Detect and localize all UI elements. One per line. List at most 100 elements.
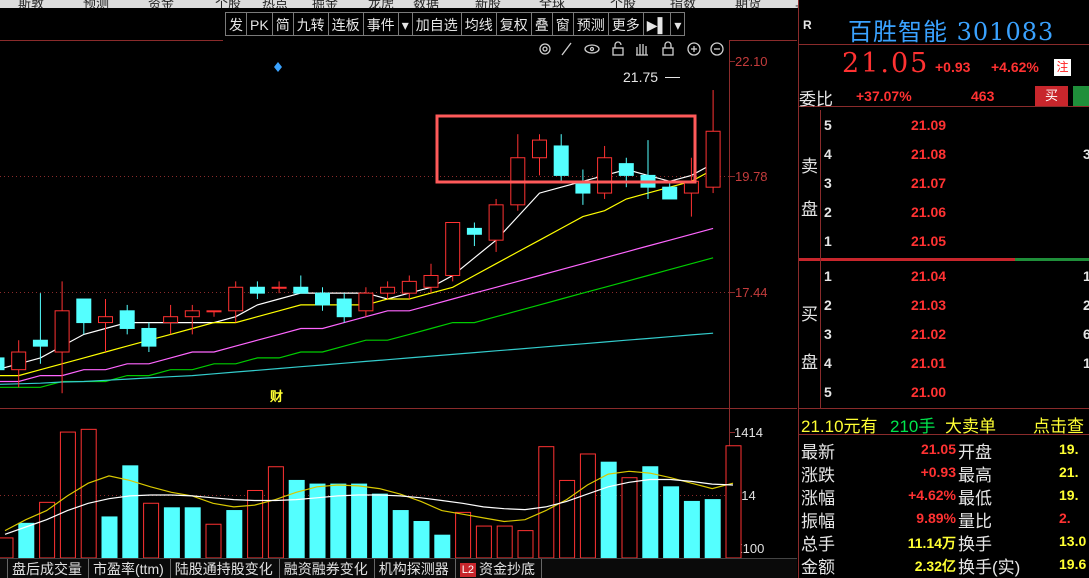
candle-body [380, 286, 396, 294]
zoom-out-icon[interactable] [710, 42, 724, 56]
volume-bars [0, 428, 742, 558]
toolbar-button[interactable]: 简 [271, 12, 293, 36]
candle-body [163, 316, 179, 324]
volume-bar [413, 521, 430, 558]
candle-body [336, 298, 352, 318]
volume-bar [371, 493, 388, 558]
candle-body [662, 186, 678, 200]
indicator-tab[interactable]: 市盈率(ttm) [89, 559, 171, 578]
candle [293, 275, 309, 294]
big-trade-line[interactable]: 21.10元有 210手 大卖单 点击查 [799, 410, 1089, 436]
toolbar-button[interactable]: 预测 [572, 12, 608, 36]
candle [380, 281, 396, 300]
indicator-tab-label: 盘后成交量 [12, 561, 82, 577]
gear-icon[interactable] [539, 43, 551, 55]
sell-button[interactable] [1073, 86, 1089, 106]
buy-button[interactable]: 买 [1035, 86, 1068, 106]
candle [466, 222, 482, 247]
chart-toolbar: 发 PK 简九转 连板 事件 ▾ 加自选 均线 复权叠窗预测 更多 ▶▌ ▾ [225, 12, 686, 36]
candle-body [423, 274, 439, 288]
toolbar-button[interactable]: ▾ [397, 12, 412, 36]
stat-value: +0.93 [920, 464, 956, 480]
toolbar-button[interactable]: ▶▌ [642, 12, 671, 36]
candle [575, 169, 591, 205]
zoom-in-icon[interactable] [687, 42, 701, 56]
candle [271, 281, 287, 294]
toolbar-button[interactable]: 连板 [327, 12, 363, 36]
divider [799, 408, 1089, 409]
pen-icon[interactable] [561, 42, 572, 56]
ma-line [0, 332, 714, 385]
candle [662, 181, 678, 200]
volume-bar [226, 510, 243, 558]
candle [358, 287, 374, 317]
indicator-tab[interactable]: 陆股通持股变化 [171, 559, 280, 578]
ask-level: 3 [824, 175, 832, 191]
kline-chart[interactable]: 22.10 19.78 17.44 1414 714 X100 21.75 财 [0, 0, 797, 558]
chart-tools [539, 41, 724, 56]
candle-body [54, 310, 70, 353]
stat-value-2: 13.0 [1059, 533, 1087, 549]
indicator-tab-bar: 盘后成交量 市盈率(ttm) 陆股通持股变化 融资融券变化 机构探测器 L2 资金抄底 [0, 558, 797, 578]
toolbar-button[interactable]: 九转 [292, 12, 328, 36]
candle-body [553, 145, 569, 176]
indicator-tab[interactable]: 融资融券变化 [280, 559, 375, 578]
volume-bar [496, 525, 513, 558]
finance-report-marker[interactable]: 财 [270, 389, 283, 405]
candle [98, 299, 113, 353]
toolbar-button[interactable]: 叠 [530, 12, 552, 36]
candle [0, 357, 5, 371]
toolbar-button[interactable]: 更多 [607, 12, 643, 36]
candle [32, 293, 48, 364]
stock-title: 百胜智能 301083 [848, 12, 1054, 47]
volume-bar [559, 479, 576, 558]
volume-bar [683, 500, 700, 558]
candle [336, 293, 352, 323]
lock-open-icon[interactable] [612, 41, 624, 56]
candle-body [401, 280, 417, 294]
toolbar-button[interactable]: 加自选 [411, 12, 461, 36]
stat-label: 最新 [801, 443, 835, 462]
indicator-tab[interactable]: L2 资金抄底 [456, 559, 543, 578]
toolbar-button[interactable]: 发 [225, 12, 246, 36]
price-axis-label-mid: 19.78 [735, 169, 768, 184]
candle-body [206, 310, 222, 313]
toolbar-button[interactable]: ▾ [670, 12, 686, 36]
stat-value-2: 21. [1059, 464, 1079, 480]
indicator-tab[interactable]: 盘后成交量 [8, 559, 89, 578]
rights-mark: R [803, 18, 812, 32]
candle [249, 281, 265, 300]
candle-body [488, 204, 504, 241]
hand-icon[interactable] [636, 44, 648, 56]
toolbar-button[interactable]: 均线 [460, 12, 496, 36]
volume-bar [163, 507, 180, 558]
tab-clipped[interactable] [0, 559, 8, 578]
candle-body [618, 163, 634, 176]
indicator-tab-label: 资金抄底 [479, 561, 536, 577]
candle-body [705, 130, 721, 188]
stat-value: 9.89% [916, 510, 956, 526]
stat-label: 涨幅 [801, 489, 835, 508]
ma-line [0, 168, 714, 377]
volume-bar [517, 530, 534, 558]
ask-level: 1 [824, 233, 832, 249]
toolbar-button[interactable]: 窗 [551, 12, 573, 36]
stat-value-2: 19. [1059, 487, 1079, 503]
weicha-value: 463 [971, 88, 995, 104]
eye-icon[interactable] [584, 44, 600, 54]
stat-label-2: 开盘 [958, 443, 992, 462]
registration-tag: 注 [1054, 59, 1071, 76]
toolbar-button[interactable]: 复权 [495, 12, 531, 36]
lock-icon[interactable] [662, 41, 674, 56]
weibi-value: +37.07% [856, 88, 912, 104]
stock-code: 301083 [956, 18, 1055, 46]
event-diamond-icon[interactable] [274, 62, 282, 72]
weibi-label: 委比 [799, 90, 833, 109]
toolbar-button[interactable]: 事件 [362, 12, 398, 36]
candle [119, 304, 135, 335]
toolbar-button[interactable]: PK [246, 12, 272, 36]
candle-body [466, 227, 482, 235]
volume-bar [143, 502, 160, 558]
candle [163, 304, 179, 335]
indicator-tab[interactable]: 机构探测器 [375, 559, 456, 578]
